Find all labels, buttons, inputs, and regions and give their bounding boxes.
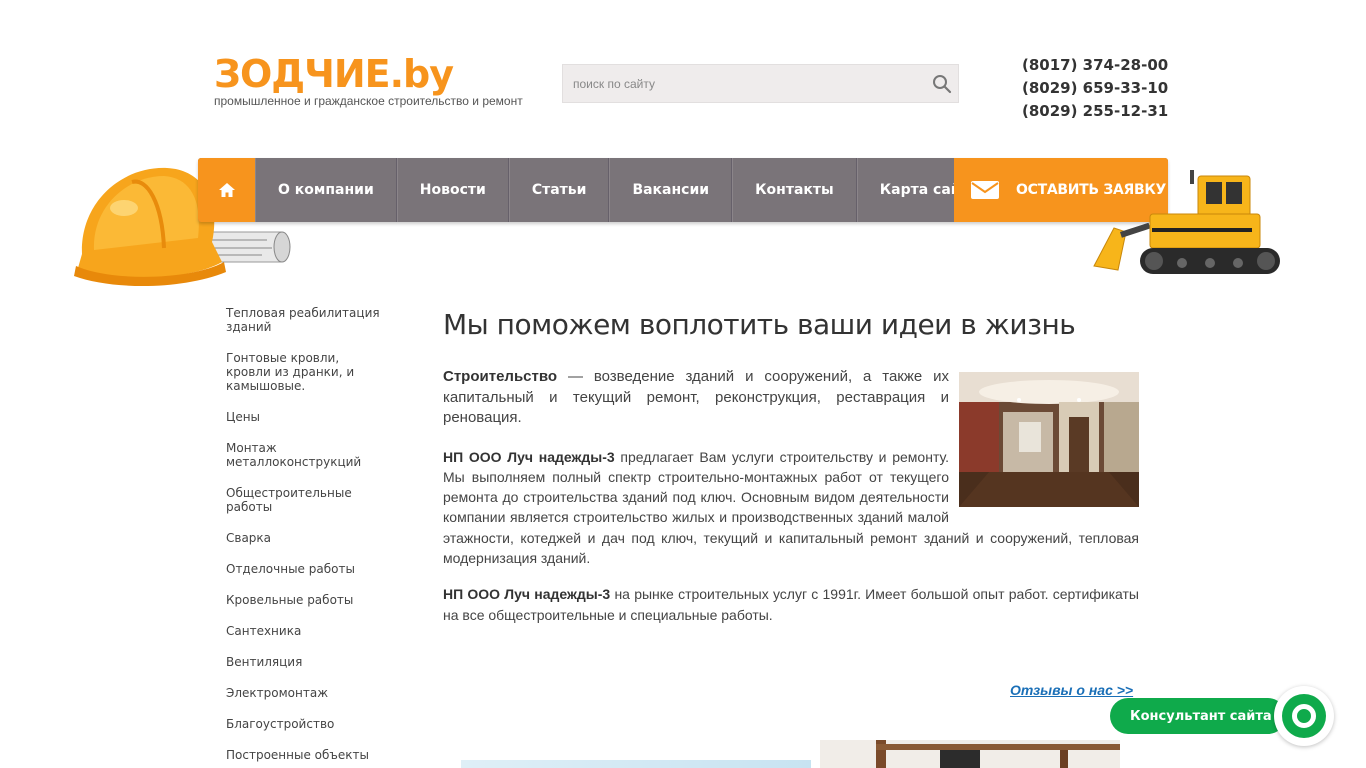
sidebar-item-roofing[interactable]: Кровельные работы [226, 593, 386, 607]
reviews-link[interactable]: Отзывы о нас >> [1010, 682, 1133, 698]
home-icon [218, 183, 235, 197]
sidebar-menu: Тепловая реабилитация зданий Гонтовые кр… [226, 306, 386, 768]
sidebar-item-thermal-rehab[interactable]: Тепловая реабилитация зданий [226, 306, 386, 334]
company-name: НП ООО Луч надежды-3 [443, 586, 611, 603]
nav-home-button[interactable] [198, 158, 255, 222]
envelope-icon [971, 181, 999, 199]
sidebar-item-prices[interactable]: Цены [226, 410, 386, 424]
page-title: Мы поможем воплотить ваши идеи в жизнь [443, 308, 1076, 341]
nav-item-news[interactable]: Новости [396, 158, 509, 222]
nav-item-vacancies[interactable]: Вакансии [609, 158, 733, 222]
bottom-photo-right [820, 740, 1120, 768]
site-logo[interactable]: ЗОДЧИЕ.by промышленное и гражданское стр… [214, 52, 523, 108]
bulldozer-illustration [1093, 170, 1280, 274]
sidebar-item-ventilation[interactable]: Вентиляция [226, 655, 386, 669]
sidebar-item-metal-structures[interactable]: Монтаж металлоконструкций [226, 441, 386, 469]
search-input[interactable] [563, 65, 903, 102]
nav-item-articles[interactable]: Статьи [508, 158, 610, 222]
sidebar-item-shingle-roofs[interactable]: Гонтовые кровли, кровли из дранки, и кам… [226, 351, 386, 393]
bottom-photo-left [461, 760, 811, 768]
chat-icon [1282, 694, 1326, 738]
nav-item-about[interactable]: О компании [255, 158, 397, 222]
sidebar-item-built-objects[interactable]: Построенные объекты [226, 748, 386, 762]
phone-number[interactable]: (8017) 374-28-00 [1022, 54, 1168, 77]
interior-photo [959, 372, 1139, 507]
sidebar-item-landscaping[interactable]: Благоустройство [226, 717, 386, 731]
intro-bold: Строительство [443, 368, 558, 385]
phone-list: (8017) 374-28-00 (8029) 659-33-10 (8029)… [1022, 54, 1168, 123]
logo-text[interactable]: ЗОДЧИЕ.by [214, 52, 523, 96]
main-content: Мы поможем воплотить ваши идеи в жизнь С… [443, 306, 1139, 625]
phone-number[interactable]: (8029) 255-12-31 [1022, 100, 1168, 123]
nav-item-contacts[interactable]: Контакты [732, 158, 857, 222]
company-name: НП ООО Луч надежды-3 [443, 448, 615, 465]
search-box [562, 64, 959, 103]
search-icon[interactable] [932, 74, 952, 94]
consultant-button[interactable]: Консультант сайта [1110, 698, 1286, 734]
sidebar-item-electrical[interactable]: Электромонтаж [226, 686, 386, 700]
site-tagline: промышленное и гражданское строительство… [214, 94, 523, 108]
consultant-chat-button[interactable] [1274, 686, 1334, 746]
experience-paragraph: НП ООО Луч надежды-3 на рынке строительн… [443, 584, 1139, 625]
main-navigation: О компании Новости Статьи Вакансии Конта… [198, 158, 1168, 222]
sidebar-item-finishing[interactable]: Отделочные работы [226, 562, 386, 576]
sidebar-item-general-construction[interactable]: Общестроительные работы [226, 486, 386, 514]
sidebar-item-plumbing[interactable]: Сантехника [226, 624, 386, 638]
phone-number[interactable]: (8029) 659-33-10 [1022, 77, 1168, 100]
sidebar-item-welding[interactable]: Сварка [226, 531, 386, 545]
